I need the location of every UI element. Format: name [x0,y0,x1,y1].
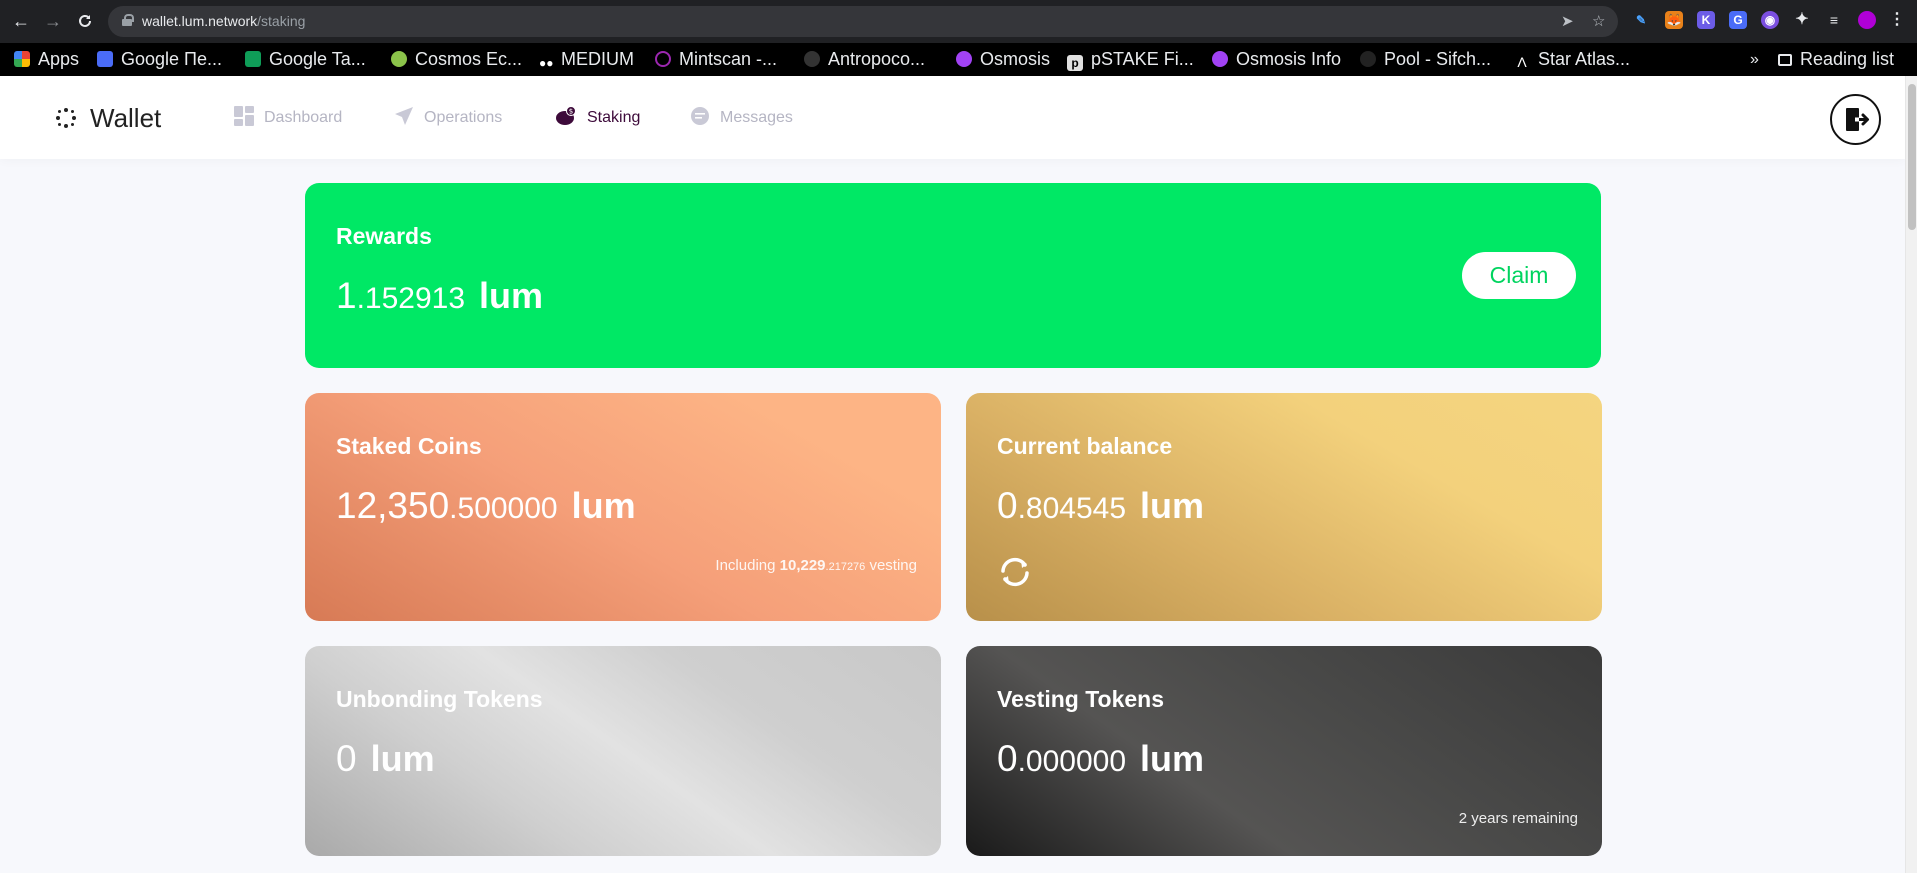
bookmark-google-translate[interactable]: Google Пе... [97,43,222,76]
bookmark-google-tables[interactable]: Google Ta... [245,43,366,76]
bookmark-apps[interactable]: Apps [14,43,79,76]
current-balance-amount: 0.804545 lum [997,485,1205,526]
bookmark-pstake[interactable]: p pSTAKE Fi... [1067,43,1194,76]
sifchain-icon [1360,51,1376,67]
rewards-title: Rewards [336,223,432,249]
address-bar[interactable]: wallet.lum.network/staking ➤ ☆ [108,6,1618,37]
page-scrollbar[interactable] [1905,76,1917,873]
refresh-icon[interactable] [997,554,1033,590]
rewards-amount: 1.152913 lum [336,275,544,316]
wallet-logo[interactable]: Wallet [56,103,161,133]
back-icon[interactable]: ← [10,10,32,32]
pstake-icon: p [1067,55,1083,71]
unbonding-tokens-amount: 0 lum [336,738,435,779]
profile-avatar-icon[interactable] [1858,11,1876,29]
vesting-remaining: 2 years remaining [1458,810,1578,827]
bookmark-medium[interactable]: ●● MEDIUM [539,43,634,76]
staked-coins-amount: 12,350.500000 lum [336,485,636,526]
url-text: wallet.lum.network/staking [142,13,306,29]
paper-plane-icon [394,106,414,131]
piggy-bank-icon: $ [555,105,577,131]
svg-text:$: $ [569,107,573,115]
medium-icon: ●● [539,56,554,70]
lock-icon [122,14,134,26]
chat-bubble-icon [690,106,710,131]
bookmark-cosmos[interactable]: Cosmos Ec... [391,43,522,76]
cosmos-icon [391,51,407,67]
rewards-card: Rewards 1.152913 lum Claim [305,183,1601,368]
browser-menu-icon[interactable]: ⋮ [1888,11,1906,29]
vesting-tokens-title: Vesting Tokens [997,686,1165,712]
star-atlas-icon: Λ [1517,54,1527,70]
reading-list-button[interactable]: Reading list [1778,43,1894,76]
extension-ghost-icon[interactable]: ◉ [1761,11,1779,29]
unbonding-tokens-card: Unbonding Tokens 0 lum [305,646,941,856]
forward-icon[interactable]: → [42,10,64,32]
apps-grid-icon [14,51,30,67]
nav-messages[interactable]: Messages [690,106,793,130]
osmosis-info-icon [1212,51,1228,67]
nav-staking[interactable]: $ Staking [555,105,640,131]
osmosis-icon [956,51,972,67]
current-balance-title: Current balance [997,433,1173,459]
bookmark-osmosis-info[interactable]: Osmosis Info [1212,43,1341,76]
media-control-icon[interactable]: ≡ [1825,11,1843,29]
staked-coins-card: Staked Coins 12,350.500000 lum Including … [305,393,941,621]
dashboard-icon [234,105,254,131]
extension-translate-icon[interactable]: G [1729,11,1747,29]
google-translate-icon [97,51,113,67]
bookmarks-overflow-button[interactable]: » [1750,43,1759,76]
bookmark-antropocosmos[interactable]: Antropoco... [804,43,925,76]
bookmark-sifchain-pool[interactable]: Pool - Sifch... [1360,43,1491,76]
github-icon [804,51,820,67]
extension-keplr-icon[interactable]: K [1697,11,1715,29]
current-balance-card: Current balance 0.804545 lum [966,393,1602,621]
browser-toolbar: ← → wallet.lum.network/staking ➤ ☆ ✎ 🦊 K… [0,0,1917,43]
extensions-puzzle-icon[interactable]: ✦ [1793,11,1811,29]
nav-dashboard[interactable]: Dashboard [234,105,342,131]
lum-logo-icon [56,108,76,128]
logout-icon [1846,108,1869,131]
extension-metamask-icon[interactable]: 🦊 [1665,11,1683,29]
send-icon[interactable]: ➤ [1561,12,1574,30]
reading-list-icon [1778,54,1792,66]
reload-icon[interactable] [74,10,96,32]
extension-feather-icon[interactable]: ✎ [1632,11,1650,29]
staked-vesting-note: Including 10,229.217276 vesting [715,557,917,574]
vesting-tokens-amount: 0.000000 lum [997,738,1205,779]
nav-operations[interactable]: Operations [394,106,502,130]
app-header: Wallet Dashboard Operations $ Staking Me… [0,76,1905,159]
logout-button[interactable] [1830,94,1881,145]
vesting-tokens-card: Vesting Tokens 0.000000 lum 2 years remai… [966,646,1602,856]
google-sheets-icon [245,51,261,67]
star-icon[interactable]: ☆ [1592,12,1605,30]
bookmark-star-atlas[interactable]: Λ Star Atlas... [1514,43,1630,76]
bookmarks-bar: Apps Google Пе... Google Ta... Cosmos Ec… [0,43,1917,76]
bookmark-mintscan[interactable]: Mintscan -... [655,43,777,76]
unbonding-tokens-title: Unbonding Tokens [336,686,543,712]
staked-coins-title: Staked Coins [336,433,482,459]
claim-button[interactable]: Claim [1462,252,1576,299]
bookmark-osmosis[interactable]: Osmosis [956,43,1050,76]
scrollbar-thumb[interactable] [1908,84,1916,230]
mintscan-icon [655,51,671,67]
